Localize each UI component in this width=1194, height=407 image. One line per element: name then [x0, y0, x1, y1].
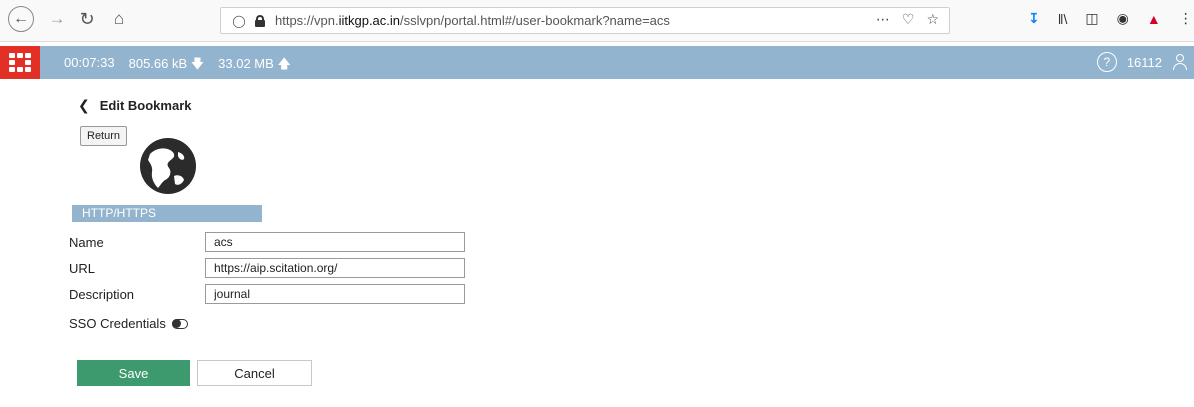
- description-label: Description: [69, 287, 135, 302]
- app-header: 00:07:33 805.66 kB 🡇 33.02 MB 🡅 ? 16112: [0, 46, 1194, 79]
- reload-icon[interactable]: ↻: [76, 6, 98, 32]
- browser-toolbar: ← → ↻ ⌂ ◯ https://vpn.iitkgp.ac.in/sslvp…: [0, 0, 1194, 42]
- back-icon[interactable]: ←: [8, 6, 34, 32]
- forward-icon[interactable]: →: [48, 6, 66, 32]
- session-stats: 00:07:33 805.66 kB 🡇 33.02 MB 🡅: [64, 55, 291, 77]
- address-bar[interactable]: ◯ https://vpn.iitkgp.ac.in/sslvpn/portal…: [220, 7, 950, 34]
- return-button[interactable]: Return: [80, 126, 128, 146]
- session-time: 00:07:33: [64, 55, 115, 70]
- arrow-down-icon: 🡇: [190, 56, 205, 71]
- addon-icon[interactable]: ▲: [1147, 11, 1161, 27]
- name-field[interactable]: [205, 232, 465, 252]
- menu-icon[interactable]: ⋮: [1179, 10, 1193, 27]
- user-icon[interactable]: [1172, 53, 1188, 71]
- lock-icon[interactable]: [255, 14, 265, 27]
- description-field[interactable]: [205, 284, 465, 304]
- save-button[interactable]: Save: [77, 360, 190, 386]
- page-title-text: Edit Bookmark: [99, 98, 192, 113]
- library-icon[interactable]: ‖\: [1058, 11, 1068, 27]
- sidebar-icon[interactable]: ◫: [1085, 10, 1098, 27]
- name-label: Name: [69, 235, 104, 250]
- home-icon[interactable]: ⌂: [108, 6, 130, 32]
- sso-row: SSO Credentials: [69, 316, 188, 331]
- more-icon[interactable]: ⋯: [876, 11, 890, 28]
- url-label: URL: [69, 261, 96, 276]
- download-stat: 805.66 kB 🡇: [128, 56, 205, 71]
- cancel-button[interactable]: Cancel: [197, 360, 312, 386]
- shield-icon[interactable]: ◯: [231, 14, 247, 28]
- url-text[interactable]: https://vpn.iitkgp.ac.in/sslvpn/portal.h…: [275, 13, 670, 28]
- fortinet-logo-icon[interactable]: [0, 46, 40, 79]
- page-title[interactable]: ❮ Edit Bookmark: [78, 97, 191, 114]
- section-header: HTTP/HTTPS: [72, 205, 262, 222]
- download-icon[interactable]: ↧: [1028, 10, 1040, 27]
- pocket-icon[interactable]: ♡: [902, 11, 915, 28]
- sso-toggle[interactable]: [171, 318, 188, 329]
- sso-label: SSO Credentials: [69, 316, 166, 331]
- account-icon[interactable]: ◉: [1117, 10, 1129, 27]
- upload-stat: 33.02 MB 🡅: [218, 56, 291, 71]
- url-field[interactable]: [205, 258, 465, 278]
- globe-icon: [140, 138, 196, 194]
- help-icon[interactable]: ?: [1096, 52, 1117, 72]
- arrow-up-icon: 🡅: [277, 56, 291, 71]
- chevron-left-icon[interactable]: ❮: [78, 97, 90, 114]
- user-id[interactable]: 16112: [1127, 55, 1162, 70]
- star-icon[interactable]: ☆: [926, 11, 939, 28]
